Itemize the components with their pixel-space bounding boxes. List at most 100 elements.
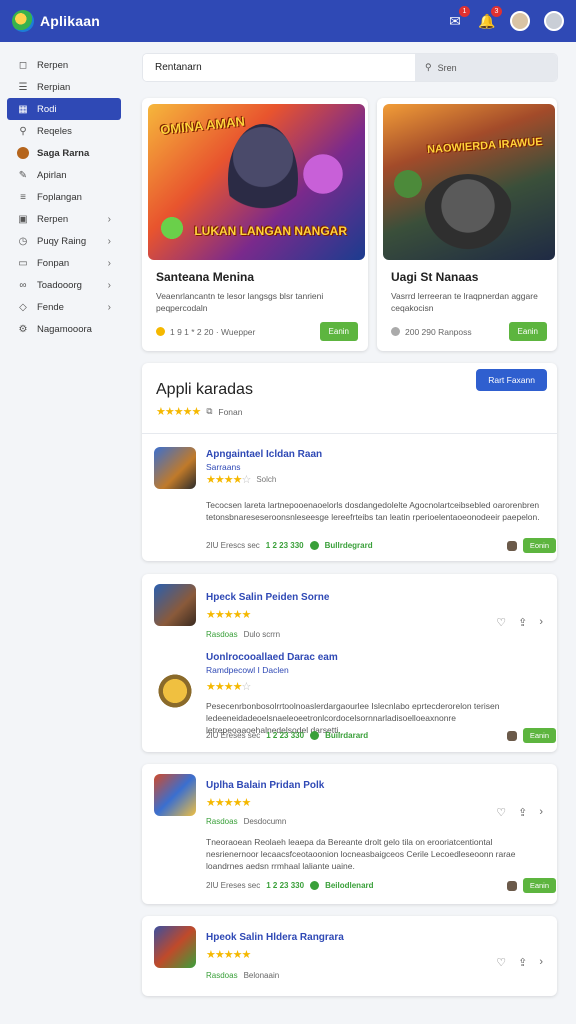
chevron-right-icon: › <box>107 257 111 269</box>
sidebar-item-2[interactable]: ▦ Rodi <box>7 98 121 120</box>
featured-game-art: OMINA AMAN LUKAN LANGAN NANGAR <box>148 104 365 260</box>
chevron-right-icon: › <box>107 213 111 225</box>
install-button[interactable]: Eanin <box>522 728 556 743</box>
install-button[interactable]: Eanin <box>522 878 556 893</box>
app-rating: ★★★★★ <box>206 796 251 809</box>
bell-badge: 3 <box>491 6 502 17</box>
gem-figure <box>158 214 186 242</box>
sidebar: ◻ Rerpen ☰ Rerpian ▦ Rodi ⚲ Reqeles Saga Rar… <box>0 42 128 1024</box>
divider <box>142 433 557 434</box>
sidebar-item-1[interactable]: ☰ Rerpian <box>7 76 121 98</box>
star-rating: ★★★★☆ <box>206 681 251 693</box>
developer-icon <box>506 730 517 741</box>
featured-card-2[interactable]: NAOWIERDA IRAWUE Uagi St Nanaas Vasrrd l… <box>377 98 557 351</box>
app-footer-text: 2IU Ereses sec <box>206 731 261 740</box>
app-footer: 2IU Ereses sec 1 2 23 330 Builrdarard Ea… <box>206 728 556 743</box>
star-rating: ★★★★★ <box>156 406 201 418</box>
star-rating: ★★★★☆ <box>206 474 251 486</box>
app-rating: ★★★★☆ <box>206 680 251 693</box>
app-name[interactable]: Uplha Balain Pridan Polk <box>206 780 324 791</box>
featured-install-button[interactable]: Eanin <box>319 322 358 341</box>
app-list-item[interactable]: Hpeck Salin Peiden Sorne ★★★★★ Rasdoas D… <box>154 584 547 644</box>
app-list-item[interactable]: Uonlrocooallaed Darac eam Ramdpecowl I D… <box>154 650 556 750</box>
list-icon: ≡ <box>20 191 26 203</box>
app-rating: ★★★★★ <box>206 608 251 621</box>
featured-desc: Veaenrlancantn te lesor langsgs blsr tan… <box>156 291 324 313</box>
chevron-right-icon[interactable]: › <box>539 806 543 819</box>
search-input[interactable] <box>143 54 415 81</box>
section-action-button[interactable]: Rart Faxann <box>476 369 547 391</box>
star-rating: ★★★★★ <box>206 797 251 809</box>
sidebar-item-label: Fende <box>37 301 64 313</box>
art-subtitle: LUKAN LANGAN NANGAR <box>194 224 347 238</box>
sidebar-item-4[interactable]: Saga Rarna <box>7 142 121 164</box>
sidebar-item-label: Saga Rarna <box>37 147 90 159</box>
chevron-right-icon[interactable]: › <box>539 956 543 969</box>
app-meta-green: Rasdoas <box>206 971 238 980</box>
app-icon <box>154 926 196 968</box>
hero-figure <box>228 124 298 234</box>
featured-card-1[interactable]: OMINA AMAN LUKAN LANGAN NANGAR Santeana … <box>142 98 368 351</box>
coin-icon <box>156 327 165 336</box>
featured-footer: 200 290 Ranposs Eanin <box>391 322 547 341</box>
sidebar-item-label: Rerpen <box>37 213 69 225</box>
sidebar-item-11[interactable]: ◇ Fende › <box>7 296 121 318</box>
featured-title: Santeana Menina <box>156 270 255 284</box>
chevron-right-icon[interactable]: › <box>539 616 543 629</box>
heart-icon[interactable]: ♡ <box>496 616 506 629</box>
featured-install-button[interactable]: Eanin <box>508 322 547 341</box>
sidebar-item-label: Reqeles <box>37 125 72 137</box>
sidebar-item-3[interactable]: ⚲ Reqeles <box>7 120 121 142</box>
app-name[interactable]: Hpeck Salin Peiden Sorne <box>206 592 329 603</box>
app-title: Aplikaan <box>40 13 100 29</box>
app-footer: 2IU Ereses sec 1 2 23 330 Beilodlenard E… <box>206 878 556 893</box>
share-icon[interactable]: ⇪ <box>518 806 527 819</box>
user-avatar[interactable] <box>510 11 530 31</box>
app-icon <box>154 670 196 712</box>
app-meta: Rasdoas Dulo scrrn <box>206 630 280 639</box>
app-footer-number: 1 2 23 330 <box>266 731 305 740</box>
apps-section: Appli karadas ★★★★★ ⧉ Fonan Rart Faxann … <box>142 363 557 561</box>
sidebar-item-6[interactable]: ≡ Foplangan <box>7 186 121 208</box>
sidebar-item-7[interactable]: ▣ Rerpen › <box>7 208 121 230</box>
verified-icon <box>310 881 320 890</box>
share-icon[interactable]: ⇪ <box>518 956 527 969</box>
app-card-3: Uplha Balain Pridan Polk ★★★★★ Rasdoas D… <box>142 764 557 904</box>
bell-icon[interactable]: 🔔 3 <box>478 6 502 30</box>
sidekick-figure <box>298 144 348 204</box>
profile-avatar[interactable] <box>544 11 564 31</box>
app-description: Tneoraoean Reolaeh leaepa da Bereante dr… <box>206 837 516 871</box>
app-list-item[interactable]: Uplha Balain Pridan Polk ★★★★★ Rasdoas D… <box>154 774 556 899</box>
sidebar-item-0[interactable]: ◻ Rerpen <box>7 54 121 76</box>
app-actions: ♡ ⇪ › <box>496 956 543 969</box>
install-button[interactable]: Eonin <box>522 538 556 553</box>
app-meta-green: Rasdoas <box>206 817 238 826</box>
heart-icon[interactable]: ♡ <box>496 806 506 819</box>
developer-icon <box>506 540 517 551</box>
search-button[interactable]: ⚲ Sren <box>415 54 557 81</box>
app-meta-green: Rasdoas <box>206 630 238 639</box>
gear-icon: ⚙ <box>18 323 28 335</box>
chat-icon[interactable]: ✉ 1 <box>446 6 470 30</box>
app-list-item[interactable]: Apngaintael Icldan Raan Sarraans ★★★★☆ S… <box>154 447 556 557</box>
link-icon: ∞ <box>19 279 27 291</box>
app-meta: Rasdoas Desdocumn <box>206 817 286 826</box>
app-name[interactable]: Uonlrocooallaed Darac eam <box>206 652 338 663</box>
app-subtitle: Sarraans <box>206 462 241 472</box>
heart-icon[interactable]: ♡ <box>496 956 506 969</box>
sidebar-item-12[interactable]: ⚙ Nagamooora <box>7 318 121 340</box>
app-icon <box>154 774 196 816</box>
sidebar-item-10[interactable]: ∞ Toadooorg › <box>7 274 121 296</box>
share-icon[interactable]: ⇪ <box>518 616 527 629</box>
app-card-2: Hpeck Salin Peiden Sorne ★★★★★ Rasdoas D… <box>142 574 557 752</box>
featured-footer: 1 9 1 * 2 20 · Wuepper Eanin <box>156 322 358 341</box>
app-name[interactable]: Hpeok Salin Hldera Rangrara <box>206 932 344 943</box>
sidebar-item-5[interactable]: ✎ Apirlan <box>7 164 121 186</box>
app-list-item[interactable]: Hpeok Salin Hldera Rangrara ★★★★★ Rasdoa… <box>154 926 547 986</box>
featured-title: Uagi St Nanaas <box>391 270 479 284</box>
app-actions: ♡ ⇪ › <box>496 616 543 629</box>
sidebar-item-8[interactable]: ◷ Puqy Raing › <box>7 230 121 252</box>
sidebar-item-9[interactable]: ▭ Fonpan › <box>7 252 121 274</box>
app-subtitle: Ramdpecowl I Daclen <box>206 665 289 675</box>
app-name[interactable]: Apngaintael Icldan Raan <box>206 449 322 460</box>
